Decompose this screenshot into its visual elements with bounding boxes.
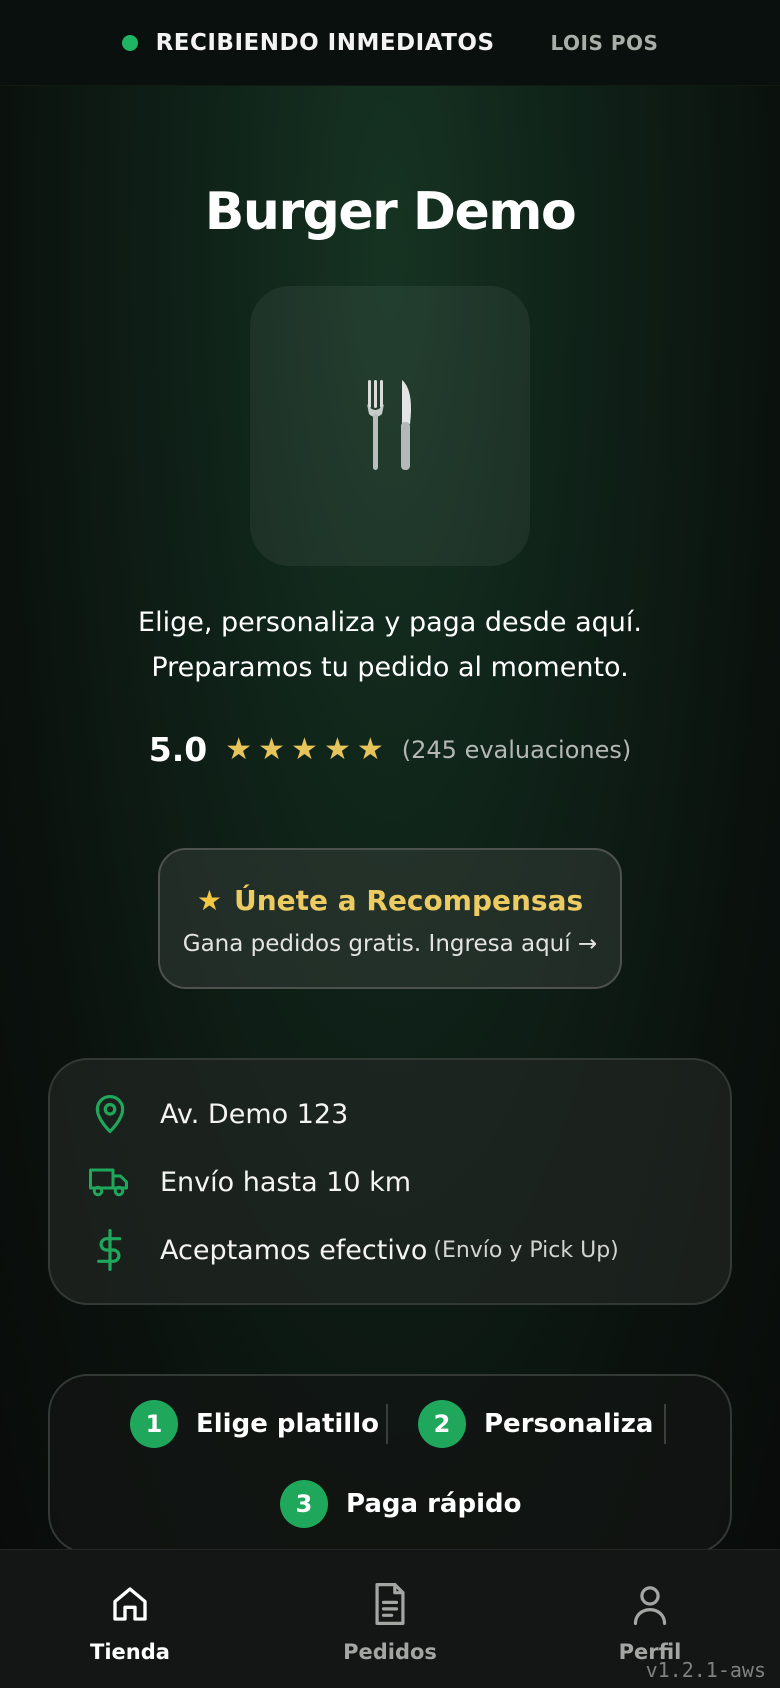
store-rating: 5.0 ★ ★ ★ ★ ★ (245 evaluaciones) [0,730,780,769]
star-icon: ★ [258,732,286,767]
reviews-count: (245 evaluaciones) [401,735,632,764]
delivery-row: Envío hasta 10 km [88,1160,411,1204]
rewards-subtitle: Gana pedidos gratis. Ingresa aquí → [182,931,598,957]
step-label: Paga rápido [346,1489,522,1519]
tagline-line-2: Preparamos tu pedido al momento. [151,652,629,683]
payment-note: (Envío y Pick Up) [433,1237,619,1263]
store-tagline: Elige, personaliza y paga desde aquí. Pr… [0,600,780,690]
step-label: Elige platillo [196,1409,379,1439]
status-dot [121,34,138,51]
step-2: 2 Personaliza [418,1400,653,1448]
payment-row: Aceptamos efectivo (Envío y Pick Up) [88,1228,619,1272]
step-number: 2 [418,1400,466,1448]
nav-tab-pedidos[interactable]: Pedidos [310,1580,470,1664]
truck-icon [88,1160,132,1204]
status-text: RECIBIENDO INMEDIATOS [155,29,495,56]
join-rewards-button[interactable]: ★ Únete a Recompensas Gana pedidos grati… [158,848,622,989]
how-it-works-card: 1 Elige platillo 2 Personaliza 3 Paga rá… [48,1374,732,1554]
store-title: Burger Demo [204,182,577,242]
delivery-text: Envío hasta 10 km [160,1166,412,1198]
home-icon [50,1580,210,1628]
store-info-card: Av. Demo 123 Envío hasta 10 km Aceptamos… [48,1058,732,1305]
nav-label: Tienda [90,1640,170,1664]
payment-text: Aceptamos efectivo [160,1234,428,1266]
rating-stars: ★ ★ ★ ★ ★ [225,732,390,767]
step-label: Personaliza [484,1409,654,1439]
brand-label: LOIS POS [550,30,659,55]
bottom-navigation: Tienda Pedidos Perfil v1.2.1-aws [0,1549,780,1688]
nav-label: Pedidos [343,1640,437,1664]
step-1: 1 Elige platillo [130,1400,379,1448]
dollar-icon [88,1228,132,1272]
store-logo [250,286,530,566]
star-icon: ★ [225,732,253,767]
document-icon [310,1580,470,1628]
step-number: 1 [130,1400,178,1448]
location-pin-icon [88,1092,132,1136]
receiving-status: RECIBIENDO INMEDIATOS [121,29,495,56]
step-divider [664,1404,666,1444]
fork-and-knife-icon [367,380,411,470]
star-icon: ★ [291,732,318,767]
star-icon: ★ [323,732,351,767]
user-icon [570,1580,730,1628]
step-divider [386,1404,388,1444]
star-icon: ★ [196,884,222,917]
step-3: 3 Paga rápido [280,1480,521,1528]
app-version: v1.2.1-aws [645,1658,766,1682]
rewards-title: ★ Únete a Recompensas [160,884,620,917]
address-row: Av. Demo 123 [88,1092,348,1136]
nav-tab-tienda[interactable]: Tienda [50,1580,210,1664]
rating-value: 5.0 [148,730,208,769]
rewards-title-text: Únete a Recompensas [233,884,584,917]
top-status-bar: RECIBIENDO INMEDIATOS LOIS POS [0,0,780,86]
address-text: Av. Demo 123 [160,1098,349,1130]
star-icon: ★ [356,732,384,767]
step-number: 3 [280,1480,328,1528]
nav-tab-perfil[interactable]: Perfil [570,1580,730,1664]
tagline-line-1: Elige, personaliza y paga desde aquí. [138,607,642,638]
